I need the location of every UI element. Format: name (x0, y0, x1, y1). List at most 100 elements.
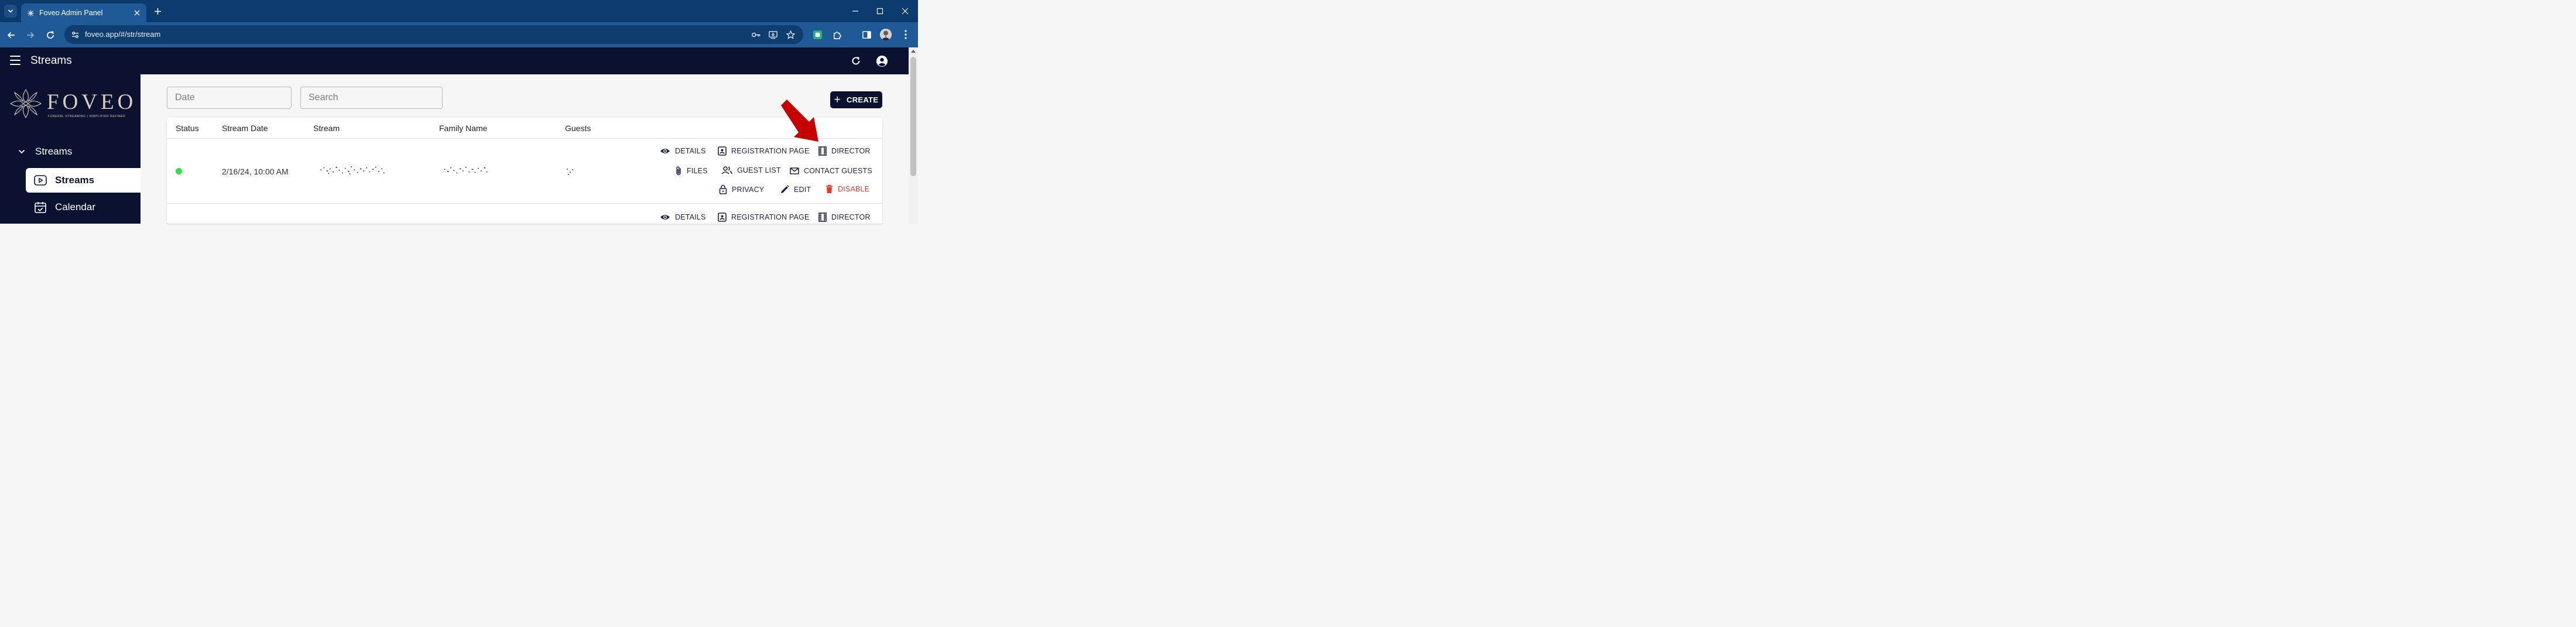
site-info-button[interactable] (69, 29, 81, 40)
extension-green-button[interactable] (811, 29, 823, 40)
people-icon (721, 166, 732, 174)
annotation-arrow-icon (781, 100, 818, 142)
column-header-stream: Stream (313, 124, 340, 133)
maximize-window-button[interactable] (875, 6, 885, 16)
sidebar-item-label: Calendar (55, 201, 95, 213)
details-button[interactable]: DETAILS (660, 213, 706, 221)
lock-icon (719, 184, 727, 194)
guest-list-label: GUEST LIST (737, 166, 781, 174)
address-bar[interactable]: foveo.app/#/str/stream (64, 25, 803, 44)
install-app-button[interactable] (767, 29, 779, 40)
paperclip-icon (676, 166, 681, 176)
close-window-button[interactable] (900, 6, 910, 16)
disable-button[interactable]: DISABLE (825, 184, 869, 194)
sidebar-section-streams[interactable]: Streams (18, 146, 72, 157)
back-button[interactable] (5, 29, 17, 41)
minimize-window-button[interactable] (850, 6, 861, 16)
more-vertical-icon (905, 30, 907, 39)
minimize-icon (852, 11, 858, 12)
create-button[interactable]: + CREATE (830, 91, 882, 108)
edit-button[interactable]: EDIT (780, 185, 811, 194)
extensions-button[interactable] (831, 29, 843, 40)
row-divider (167, 203, 882, 204)
plus-icon (154, 8, 161, 15)
chevron-down-icon (18, 149, 25, 154)
password-key-button[interactable] (750, 29, 762, 40)
disable-label: DISABLE (838, 185, 870, 193)
scroll-up-arrow-icon[interactable] (911, 50, 916, 53)
sidebar-item-calendar[interactable]: Calendar (26, 195, 141, 220)
tab-title: Foveo Admin Panel (39, 9, 103, 17)
menu-icon-bar (10, 56, 20, 57)
close-icon (902, 8, 909, 15)
app-header: Streams (0, 47, 909, 74)
create-button-label: CREATE (847, 95, 879, 104)
trash-icon (826, 184, 833, 193)
side-panel-icon (862, 30, 871, 39)
side-panel-button[interactable] (861, 29, 872, 40)
date-input[interactable] (167, 87, 291, 108)
director-button[interactable]: DIRECTOR (818, 146, 871, 156)
page-scrollbar[interactable] (909, 47, 918, 224)
extension-green-icon (813, 30, 822, 39)
tab-search-button[interactable] (4, 5, 17, 18)
key-icon (751, 32, 760, 37)
details-label: DETAILS (675, 213, 706, 221)
files-button[interactable]: FILES (675, 166, 708, 176)
logo-tagline: FUNERAL STREAMING | SIMPLIFIED REFINED (48, 115, 126, 118)
eye-icon (660, 215, 670, 220)
search-input[interactable] (301, 87, 442, 108)
person-photo-icon (880, 29, 892, 40)
browser-tab[interactable]: Foveo Admin Panel (21, 4, 146, 22)
account-circle-icon (876, 55, 888, 67)
reload-button[interactable] (44, 29, 56, 41)
sidebar: FOVEO FUNERAL STREAMING | SIMPLIFIED REF… (0, 74, 141, 224)
column-header-stream-date: Stream Date (222, 124, 268, 133)
contact-guests-label: CONTACT GUESTS (804, 167, 872, 175)
chrome-menu-button[interactable] (900, 29, 912, 40)
new-tab-button[interactable] (152, 6, 163, 16)
files-label: FILES (687, 167, 708, 175)
menu-icon-bar (10, 60, 20, 61)
forward-button[interactable] (25, 29, 36, 41)
maximize-icon (876, 8, 883, 15)
sidebar-item-label: Streams (55, 174, 95, 186)
foveo-flower-logo-icon (9, 88, 42, 119)
foveo-favicon-icon (27, 9, 35, 16)
search-field[interactable] (300, 87, 443, 109)
registration-page-label: REGISTRATION PAGE (731, 147, 810, 155)
account-button[interactable] (875, 54, 888, 67)
redacted-stream-name (320, 166, 385, 174)
browser-tab-bar: Foveo Admin Panel (0, 0, 918, 22)
profile-avatar[interactable] (880, 29, 892, 40)
bookmark-star-button[interactable] (785, 29, 796, 40)
contact-guests-button[interactable]: CONTACT GUESTS (790, 167, 872, 175)
director-label: DIRECTOR (831, 147, 871, 155)
menu-toggle-button[interactable] (10, 56, 20, 65)
sidebar-item-streams[interactable]: Streams (26, 168, 141, 193)
tune-icon (71, 31, 78, 38)
registration-page-button[interactable]: REGISTRATION PAGE (718, 146, 810, 156)
chevron-down-icon (8, 9, 13, 13)
details-label: DETAILS (675, 147, 706, 155)
puzzle-icon (833, 31, 841, 39)
registration-page-button[interactable]: REGISTRATION PAGE (718, 213, 810, 222)
redacted-family-name (444, 166, 488, 174)
status-badge (176, 168, 182, 174)
guest-list-button[interactable]: GUEST LIST (721, 166, 781, 174)
column-header-status: Status (176, 124, 199, 133)
reload-icon (47, 31, 54, 39)
privacy-button[interactable]: PRIVACY (719, 184, 764, 194)
menu-icon-bar (10, 64, 20, 65)
director-button[interactable]: DIRECTOR (818, 213, 871, 222)
refresh-button[interactable] (849, 54, 862, 67)
date-field[interactable] (167, 87, 292, 109)
play-icon (34, 175, 47, 186)
install-icon (768, 30, 777, 39)
close-icon (134, 10, 140, 16)
arrow-right-icon (27, 32, 35, 39)
tab-close-button[interactable] (132, 8, 142, 18)
scrollbar-thumb[interactable] (910, 57, 916, 176)
foveo-logo: FOVEO FUNERAL STREAMING | SIMPLIFIED REF… (8, 87, 133, 121)
details-button[interactable]: DETAILS (660, 147, 706, 155)
